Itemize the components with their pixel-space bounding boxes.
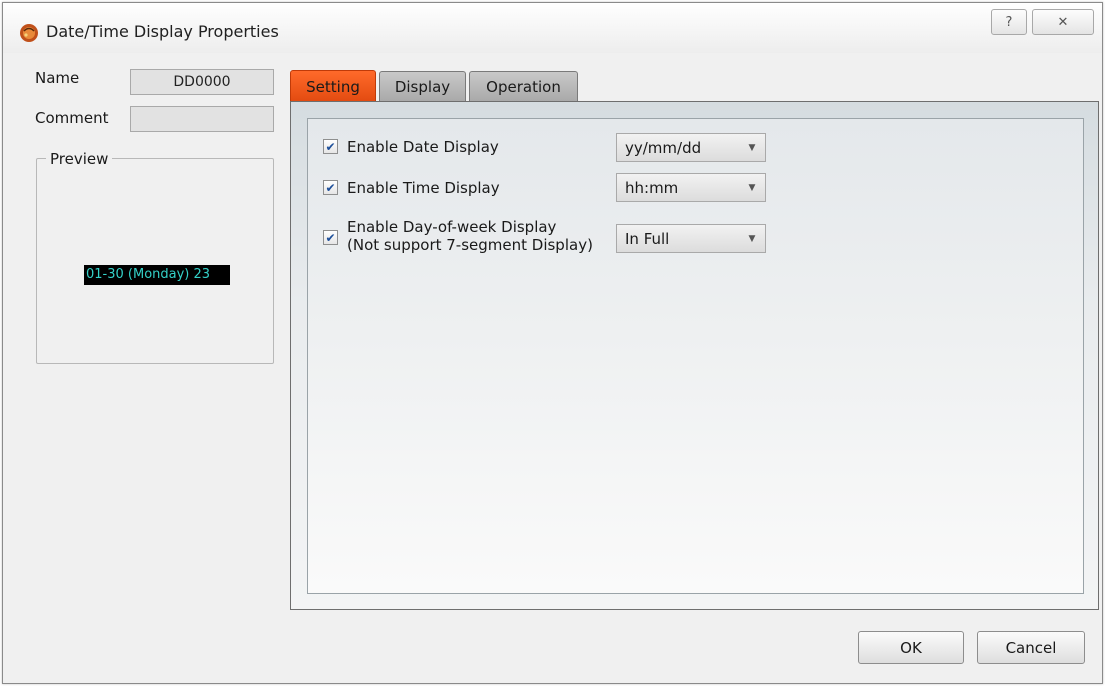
title-bar: Date/Time Display Properties ? ✕ xyxy=(3,3,1102,53)
preview-display: 01-30 (Monday) 23 xyxy=(84,265,230,285)
name-field[interactable]: DD0000 xyxy=(130,69,274,95)
enable-date-checkbox[interactable]: ✔ xyxy=(323,139,338,154)
setting-options-area: ✔ Enable Date Display yy/mm/dd ▼ ✔ Enabl… xyxy=(307,118,1084,594)
help-icon: ? xyxy=(1005,14,1013,30)
enable-day-of-week-checkbox[interactable]: ✔ xyxy=(323,230,338,245)
dropdown-arrow-icon: ▼ xyxy=(748,233,756,244)
name-label: Name xyxy=(35,69,80,87)
cancel-button[interactable]: Cancel xyxy=(977,631,1085,664)
dropdown-arrow-icon: ▼ xyxy=(748,142,756,153)
preview-label: Preview xyxy=(46,150,113,168)
checkmark-icon: ✔ xyxy=(325,139,336,154)
close-icon: ✕ xyxy=(1057,14,1069,30)
preview-group xyxy=(36,158,274,364)
ok-button[interactable]: OK xyxy=(858,631,964,664)
time-format-dropdown[interactable]: hh:mm ▼ xyxy=(616,173,766,202)
enable-day-of-week-label: Enable Day-of-week Display xyxy=(347,218,557,236)
dropdown-arrow-icon: ▼ xyxy=(748,182,756,193)
help-button[interactable]: ? xyxy=(991,9,1027,35)
time-format-value: hh:mm xyxy=(625,179,679,197)
checkmark-icon: ✔ xyxy=(325,180,336,195)
enable-time-checkbox[interactable]: ✔ xyxy=(323,180,338,195)
tab-display[interactable]: Display xyxy=(379,71,466,101)
properties-dialog: Date/Time Display Properties ? ✕ Name DD… xyxy=(2,2,1103,684)
close-button[interactable]: ✕ xyxy=(1032,9,1094,35)
checkmark-icon: ✔ xyxy=(325,230,336,245)
day-of-week-note: (Not support 7-segment Display) xyxy=(347,236,593,254)
comment-field[interactable] xyxy=(130,106,274,132)
enable-time-label: Enable Time Display xyxy=(347,179,500,197)
date-format-value: yy/mm/dd xyxy=(625,139,702,157)
tab-setting[interactable]: Setting xyxy=(290,70,376,102)
day-of-week-format-dropdown[interactable]: In Full ▼ xyxy=(616,224,766,253)
date-format-dropdown[interactable]: yy/mm/dd ▼ xyxy=(616,133,766,162)
tab-operation[interactable]: Operation xyxy=(469,71,578,101)
comment-label: Comment xyxy=(35,109,109,127)
enable-date-label: Enable Date Display xyxy=(347,138,499,156)
day-of-week-format-value: In Full xyxy=(625,230,670,248)
window-title: Date/Time Display Properties xyxy=(46,22,279,41)
setting-tab-panel: ✔ Enable Date Display yy/mm/dd ▼ ✔ Enabl… xyxy=(290,101,1099,610)
app-icon xyxy=(20,24,38,42)
